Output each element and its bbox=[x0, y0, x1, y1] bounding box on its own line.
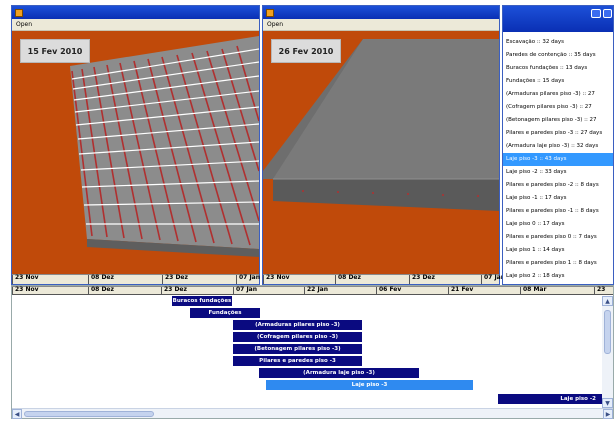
task-list-item[interactable]: Paredes de contenção :: 35 days bbox=[503, 49, 613, 62]
task-list-item[interactable]: Buracos fundações :: 13 days bbox=[503, 62, 613, 75]
gantt-bar[interactable]: (Betonagem pilares piso -3) bbox=[233, 344, 362, 354]
gantt-bar[interactable]: (Cofragem pilares piso -3) bbox=[233, 332, 362, 342]
ruler-tick: 08 Mar bbox=[520, 287, 546, 294]
ruler-tick: 23 Dez bbox=[409, 275, 435, 284]
scroll-down-button[interactable]: ▼ bbox=[602, 398, 613, 408]
task-list-item[interactable]: Pilares e paredes piso -2 :: 8 days bbox=[503, 179, 613, 192]
task-list-item-selected[interactable]: Laje piso -3 :: 43 days bbox=[503, 153, 613, 166]
gantt-bar-selected[interactable]: Laje piso -3 bbox=[266, 380, 473, 390]
gantt-panel: 23 Nov 08 Dez 23 Dez 07 Jan 22 Jan 06 Fe… bbox=[11, 285, 614, 419]
task-list-item[interactable]: Pilares e paredes piso 0 :: 7 days bbox=[503, 231, 613, 244]
ruler-tick: 08 Dez bbox=[335, 275, 361, 284]
ruler-tick: 23 Nov bbox=[263, 275, 290, 284]
ruler-tick: 23 Nov bbox=[12, 287, 39, 294]
task-list-window: Escavação :: 32 days Paredes de contençã… bbox=[502, 5, 614, 285]
ruler-tick: 22 Jan bbox=[304, 287, 328, 294]
gantt-bar[interactable]: Laje piso -2 bbox=[498, 394, 602, 404]
ruler-tick: 07 Jan bbox=[233, 287, 257, 294]
ruler-tick: 23 bbox=[594, 287, 605, 294]
ruler-tick: 07 Jan bbox=[236, 275, 260, 284]
gantt-bar[interactable]: Pilares e paredes piso -3 bbox=[233, 356, 362, 366]
ruler-tick: 23 Dez bbox=[162, 275, 188, 284]
task-list-item[interactable]: Laje piso -1 :: 17 days bbox=[503, 192, 613, 205]
gantt-timeline-ruler: 23 Nov 08 Dez 23 Dez 07 Jan 22 Jan 06 Fe… bbox=[12, 286, 613, 295]
horizontal-scroll-thumb[interactable] bbox=[24, 411, 154, 417]
task-list-item[interactable]: (Armaduras pilares piso -3) :: 27 bbox=[503, 88, 613, 101]
maximize-button[interactable] bbox=[603, 9, 612, 18]
ruler-tick: 23 Dez bbox=[161, 287, 187, 294]
horizontal-scrollbar[interactable]: ◀ ▶ bbox=[12, 408, 613, 419]
scene-view-left[interactable]: 15 Fev 2010 bbox=[12, 31, 259, 274]
timeline-ruler-middle: 23 Nov 08 Dez 23 Dez 07 Jan bbox=[263, 274, 505, 284]
app-icon bbox=[15, 9, 23, 17]
scene-view-middle[interactable]: 26 Fev 2010 bbox=[263, 31, 499, 274]
task-list-titlebar[interactable] bbox=[503, 6, 613, 32]
vertical-scrollbar[interactable]: ▲ ▼ bbox=[602, 296, 613, 408]
ruler-tick: 08 Dez bbox=[88, 275, 114, 284]
menu-open[interactable]: Open bbox=[12, 21, 36, 28]
task-list-item[interactable]: Pilares e paredes piso -1 :: 8 days bbox=[503, 205, 613, 218]
timeline-ruler-left: 23 Nov 08 Dez 23 Dez 07 Jan bbox=[12, 274, 260, 284]
task-list-item[interactable]: Pilares e paredes piso -3 :: 27 days bbox=[503, 127, 613, 140]
task-list-item[interactable]: Escavação :: 32 days bbox=[503, 36, 613, 49]
date-label-middle: 26 Fev 2010 bbox=[271, 39, 341, 63]
rebar-grid-render bbox=[12, 31, 259, 274]
task-list-item[interactable]: Laje piso 2 :: 18 days bbox=[503, 270, 613, 283]
gantt-bar[interactable]: Buracos fundações bbox=[172, 296, 232, 306]
ruler-tick: 21 Fev bbox=[448, 287, 473, 294]
window-middle: Open 26 Fev 2010 23 Nov 08 Dez 23 Dez 07… bbox=[262, 5, 505, 285]
vertical-scroll-thumb[interactable] bbox=[604, 310, 611, 354]
menu-open[interactable]: Open bbox=[263, 21, 287, 28]
window-middle-menubar: Open bbox=[263, 19, 499, 31]
gantt-bar[interactable]: (Armadura laje piso -3) bbox=[259, 368, 419, 378]
ruler-tick: 23 Nov bbox=[12, 275, 39, 284]
task-list-item[interactable]: (Armadura laje piso -3) :: 32 days bbox=[503, 140, 613, 153]
task-list: Escavação :: 32 days Paredes de contençã… bbox=[503, 36, 613, 284]
ruler-tick: 06 Fev bbox=[376, 287, 401, 294]
gantt-bar[interactable]: Fundações bbox=[190, 308, 260, 318]
task-list-item[interactable]: Fundações :: 15 days bbox=[503, 75, 613, 88]
minimize-button[interactable] bbox=[591, 9, 601, 18]
window-middle-titlebar[interactable] bbox=[263, 6, 499, 19]
window-left: Open 15 Fev 2010 23 Nov 08 Dez 23 Dez 07… bbox=[11, 5, 260, 285]
window-left-titlebar[interactable] bbox=[12, 6, 259, 19]
task-list-item[interactable]: Laje piso -2 :: 33 days bbox=[503, 166, 613, 179]
scroll-right-button[interactable]: ▶ bbox=[603, 409, 613, 419]
gantt-bar[interactable]: (Armaduras pilares piso -3) bbox=[233, 320, 362, 330]
task-list-item[interactable]: Laje piso 1 :: 14 days bbox=[503, 244, 613, 257]
window-left-menubar: Open bbox=[12, 19, 259, 31]
slab-render bbox=[263, 31, 499, 274]
task-list-item[interactable]: (Cofragem pilares piso -3) :: 27 bbox=[503, 101, 613, 114]
task-list-item[interactable]: Laje piso 0 :: 17 days bbox=[503, 218, 613, 231]
scroll-up-button[interactable]: ▲ bbox=[602, 296, 613, 306]
task-list-item[interactable]: Pilares e paredes piso 1 :: 8 days bbox=[503, 257, 613, 270]
scroll-left-button[interactable]: ◀ bbox=[12, 409, 22, 419]
task-list-item[interactable]: (Betonagem pilares piso -3) :: 27 bbox=[503, 114, 613, 127]
app-icon bbox=[266, 9, 274, 17]
date-label-left: 15 Fev 2010 bbox=[20, 39, 90, 63]
ruler-tick: 08 Dez bbox=[88, 287, 114, 294]
